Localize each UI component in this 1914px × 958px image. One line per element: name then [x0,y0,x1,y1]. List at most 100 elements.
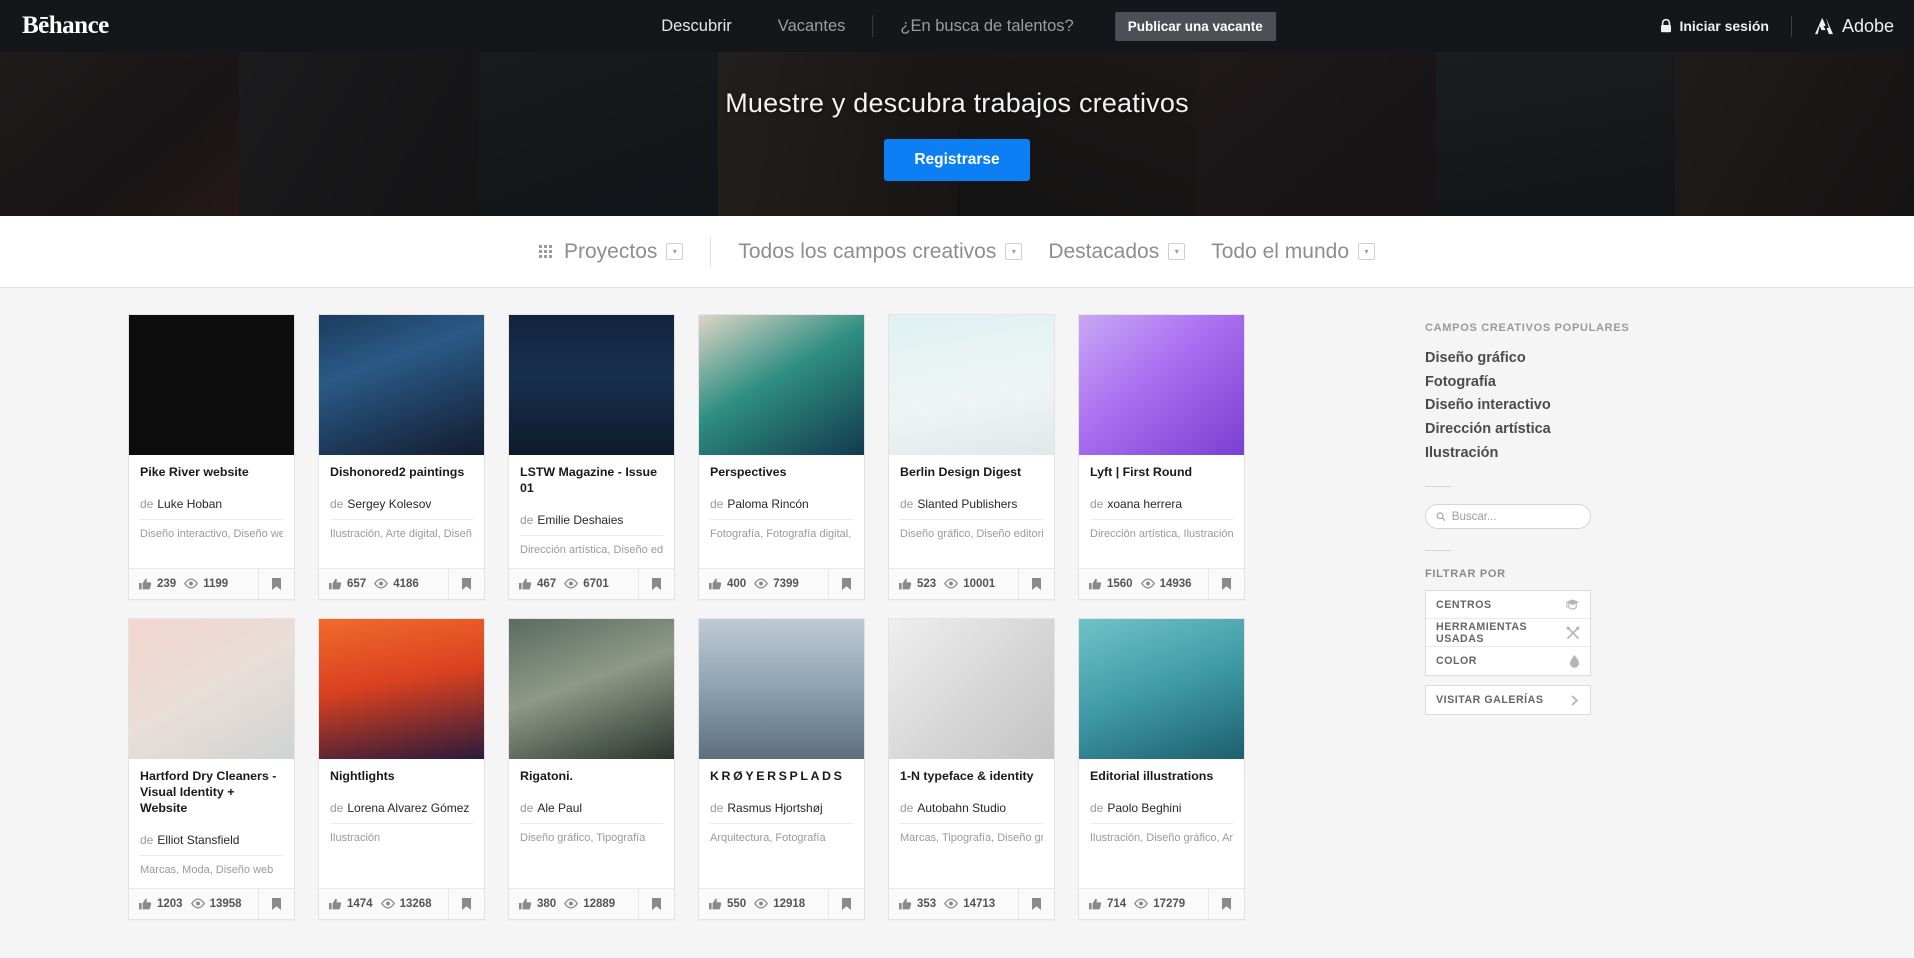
project-owner[interactable]: de Lorena Alvarez Gómez [330,801,473,824]
bookmark-button[interactable] [448,888,484,919]
project-card[interactable]: Perspectives de Paloma Rincón Fotografía,… [698,314,865,600]
project-owner[interactable]: de Elliot Stansfield [140,833,283,856]
project-card[interactable]: 1-N typeface & identity de Autobahn Studi… [888,617,1055,920]
project-thumbnail[interactable] [509,315,674,455]
visit-galleries-button[interactable]: VISITAR GALERÍAS [1426,686,1590,714]
project-thumbnail[interactable] [699,315,864,455]
filter-proyectos[interactable]: Proyectos ▾ [526,240,696,264]
bookmark-button[interactable] [638,888,674,919]
creative-field-link[interactable]: Ilustración [1425,442,1695,466]
views-stat[interactable]: 4186 [374,578,419,590]
likes-stat[interactable]: 239 [139,578,176,590]
project-owner[interactable]: de Autobahn Studio [900,801,1043,824]
views-stat[interactable]: 7399 [754,578,799,590]
bookmark-button[interactable] [1208,568,1244,599]
filter-option-centros[interactable]: CENTROS [1426,591,1590,620]
project-owner[interactable]: de Emilie Deshaies [520,513,663,536]
project-card[interactable]: Rigatoni. de Ale Paul Diseño gráfico, Tip… [508,617,675,920]
views-stat[interactable]: 14936 [1140,578,1192,590]
chevron-down-icon[interactable]: ▾ [1168,243,1186,260]
project-owner[interactable]: de Paloma Rincón [710,497,853,520]
filter-destacados[interactable]: Destacados ▾ [1035,240,1198,264]
likes-stat[interactable]: 523 [899,578,936,590]
likes-stat[interactable]: 550 [709,898,746,910]
project-owner[interactable]: de Rasmus Hjortshøj [710,801,853,824]
project-thumbnail[interactable] [129,618,294,759]
project-thumbnail[interactable] [509,618,674,759]
likes-stat[interactable]: 400 [709,578,746,590]
creative-field-link[interactable]: Fotografía [1425,371,1695,395]
chevron-down-icon[interactable]: ▾ [666,243,684,260]
creative-field-link[interactable]: Diseño gráfico [1425,347,1695,371]
bookmark-button[interactable] [1018,568,1054,599]
publish-job-button[interactable]: Publicar una vacante [1114,11,1276,41]
views-stat[interactable]: 13958 [190,898,242,910]
project-thumbnail[interactable] [889,315,1054,455]
project-owner[interactable]: de Luke Hoban [140,497,283,520]
bookmark-button[interactable] [828,888,864,919]
views-stat[interactable]: 12918 [754,898,805,910]
sign-in-button[interactable]: Iniciar sesión [1660,18,1790,34]
likes-stat[interactable]: 467 [519,578,556,590]
creative-field-link[interactable]: Diseño interactivo [1425,394,1695,418]
project-card[interactable]: Hartford Dry Cleaners - Visual Identity … [128,617,295,920]
bookmark-button[interactable] [828,568,864,599]
bookmark-button[interactable] [448,568,484,599]
creative-field-link[interactable]: Dirección artística [1425,418,1695,442]
project-thumbnail[interactable] [699,618,864,759]
bookmark-button[interactable] [1018,888,1054,919]
views-stat[interactable]: 12889 [564,898,615,910]
project-owner[interactable]: de xoana herrera [1090,497,1233,520]
project-card[interactable]: Editorial illustrations de Paolo Beghini … [1078,617,1245,920]
project-thumbnail[interactable] [129,315,294,455]
project-card[interactable]: Berlin Design Digest de Slanted Publisher… [888,314,1055,600]
adobe-link[interactable]: Adobe [1790,15,1894,37]
nav-link-en-busca-de-talentos[interactable]: ¿En busca de talentos? [877,17,1096,36]
project-thumbnail[interactable] [1079,315,1244,455]
views-stat[interactable]: 10001 [944,578,995,590]
filter-campos-creativos[interactable]: Todos los campos creativos ▾ [725,240,1035,264]
bookmark-button[interactable] [258,568,294,599]
project-card[interactable]: Dishonored2 paintings de Sergey Kolesov I… [318,314,485,600]
bookmark-button[interactable] [638,568,674,599]
register-button[interactable]: Registrarse [884,138,1030,181]
likes-stat[interactable]: 1560 [1089,578,1133,590]
search-input[interactable] [1451,510,1580,523]
likes-stat[interactable]: 353 [899,898,936,910]
nav-right-actions: Iniciar sesión Adobe [1660,15,1894,37]
filter-todo-el-mundo[interactable]: Todo el mundo ▾ [1198,240,1388,264]
chevron-down-icon[interactable]: ▾ [1358,243,1375,260]
project-card[interactable]: Nightlights de Lorena Alvarez Gómez Ilust… [318,617,485,920]
project-thumbnail[interactable] [1079,618,1244,759]
views-stat[interactable]: 17279 [1134,898,1185,910]
views-stat[interactable]: 6701 [564,578,609,590]
project-thumbnail[interactable] [889,618,1054,759]
likes-stat[interactable]: 1203 [139,898,183,910]
likes-stat[interactable]: 657 [329,578,366,590]
project-owner[interactable]: de Sergey Kolesov [330,497,473,520]
project-owner[interactable]: de Paolo Beghini [1090,801,1233,824]
views-stat[interactable]: 14713 [944,898,995,910]
likes-stat[interactable]: 1474 [329,898,373,910]
behance-logo[interactable]: Bēhance [22,12,109,40]
project-owner[interactable]: de Ale Paul [520,801,663,824]
filter-option-herramientas[interactable]: HERRAMIENTAS USADAS [1426,619,1590,648]
filter-option-color[interactable]: COLOR [1426,647,1590,675]
project-card[interactable]: Pike River website de Luke Hoban Diseño i… [128,314,295,600]
views-stat[interactable]: 13268 [380,898,432,910]
chevron-down-icon[interactable]: ▾ [1005,243,1023,260]
project-card[interactable]: KRØYERSPLADS de Rasmus Hjortshøj Arquitec… [698,617,865,920]
project-card[interactable]: Lyft | First Round de xoana herrera Direc… [1078,314,1245,600]
project-card[interactable]: LSTW Magazine - Issue 01 de Emilie Deshai… [508,314,675,600]
likes-stat[interactable]: 380 [519,898,556,910]
search-box[interactable] [1425,504,1591,530]
bookmark-button[interactable] [258,888,294,919]
views-stat[interactable]: 1199 [184,578,228,590]
project-owner[interactable]: de Slanted Publishers [900,497,1043,520]
nav-link-vacantes[interactable]: Vacantes [755,17,869,36]
project-thumbnail[interactable] [319,618,484,759]
likes-stat[interactable]: 714 [1089,898,1126,910]
bookmark-button[interactable] [1208,888,1244,919]
nav-link-descubrir[interactable]: Descubrir [638,17,755,36]
project-thumbnail[interactable] [319,315,484,455]
